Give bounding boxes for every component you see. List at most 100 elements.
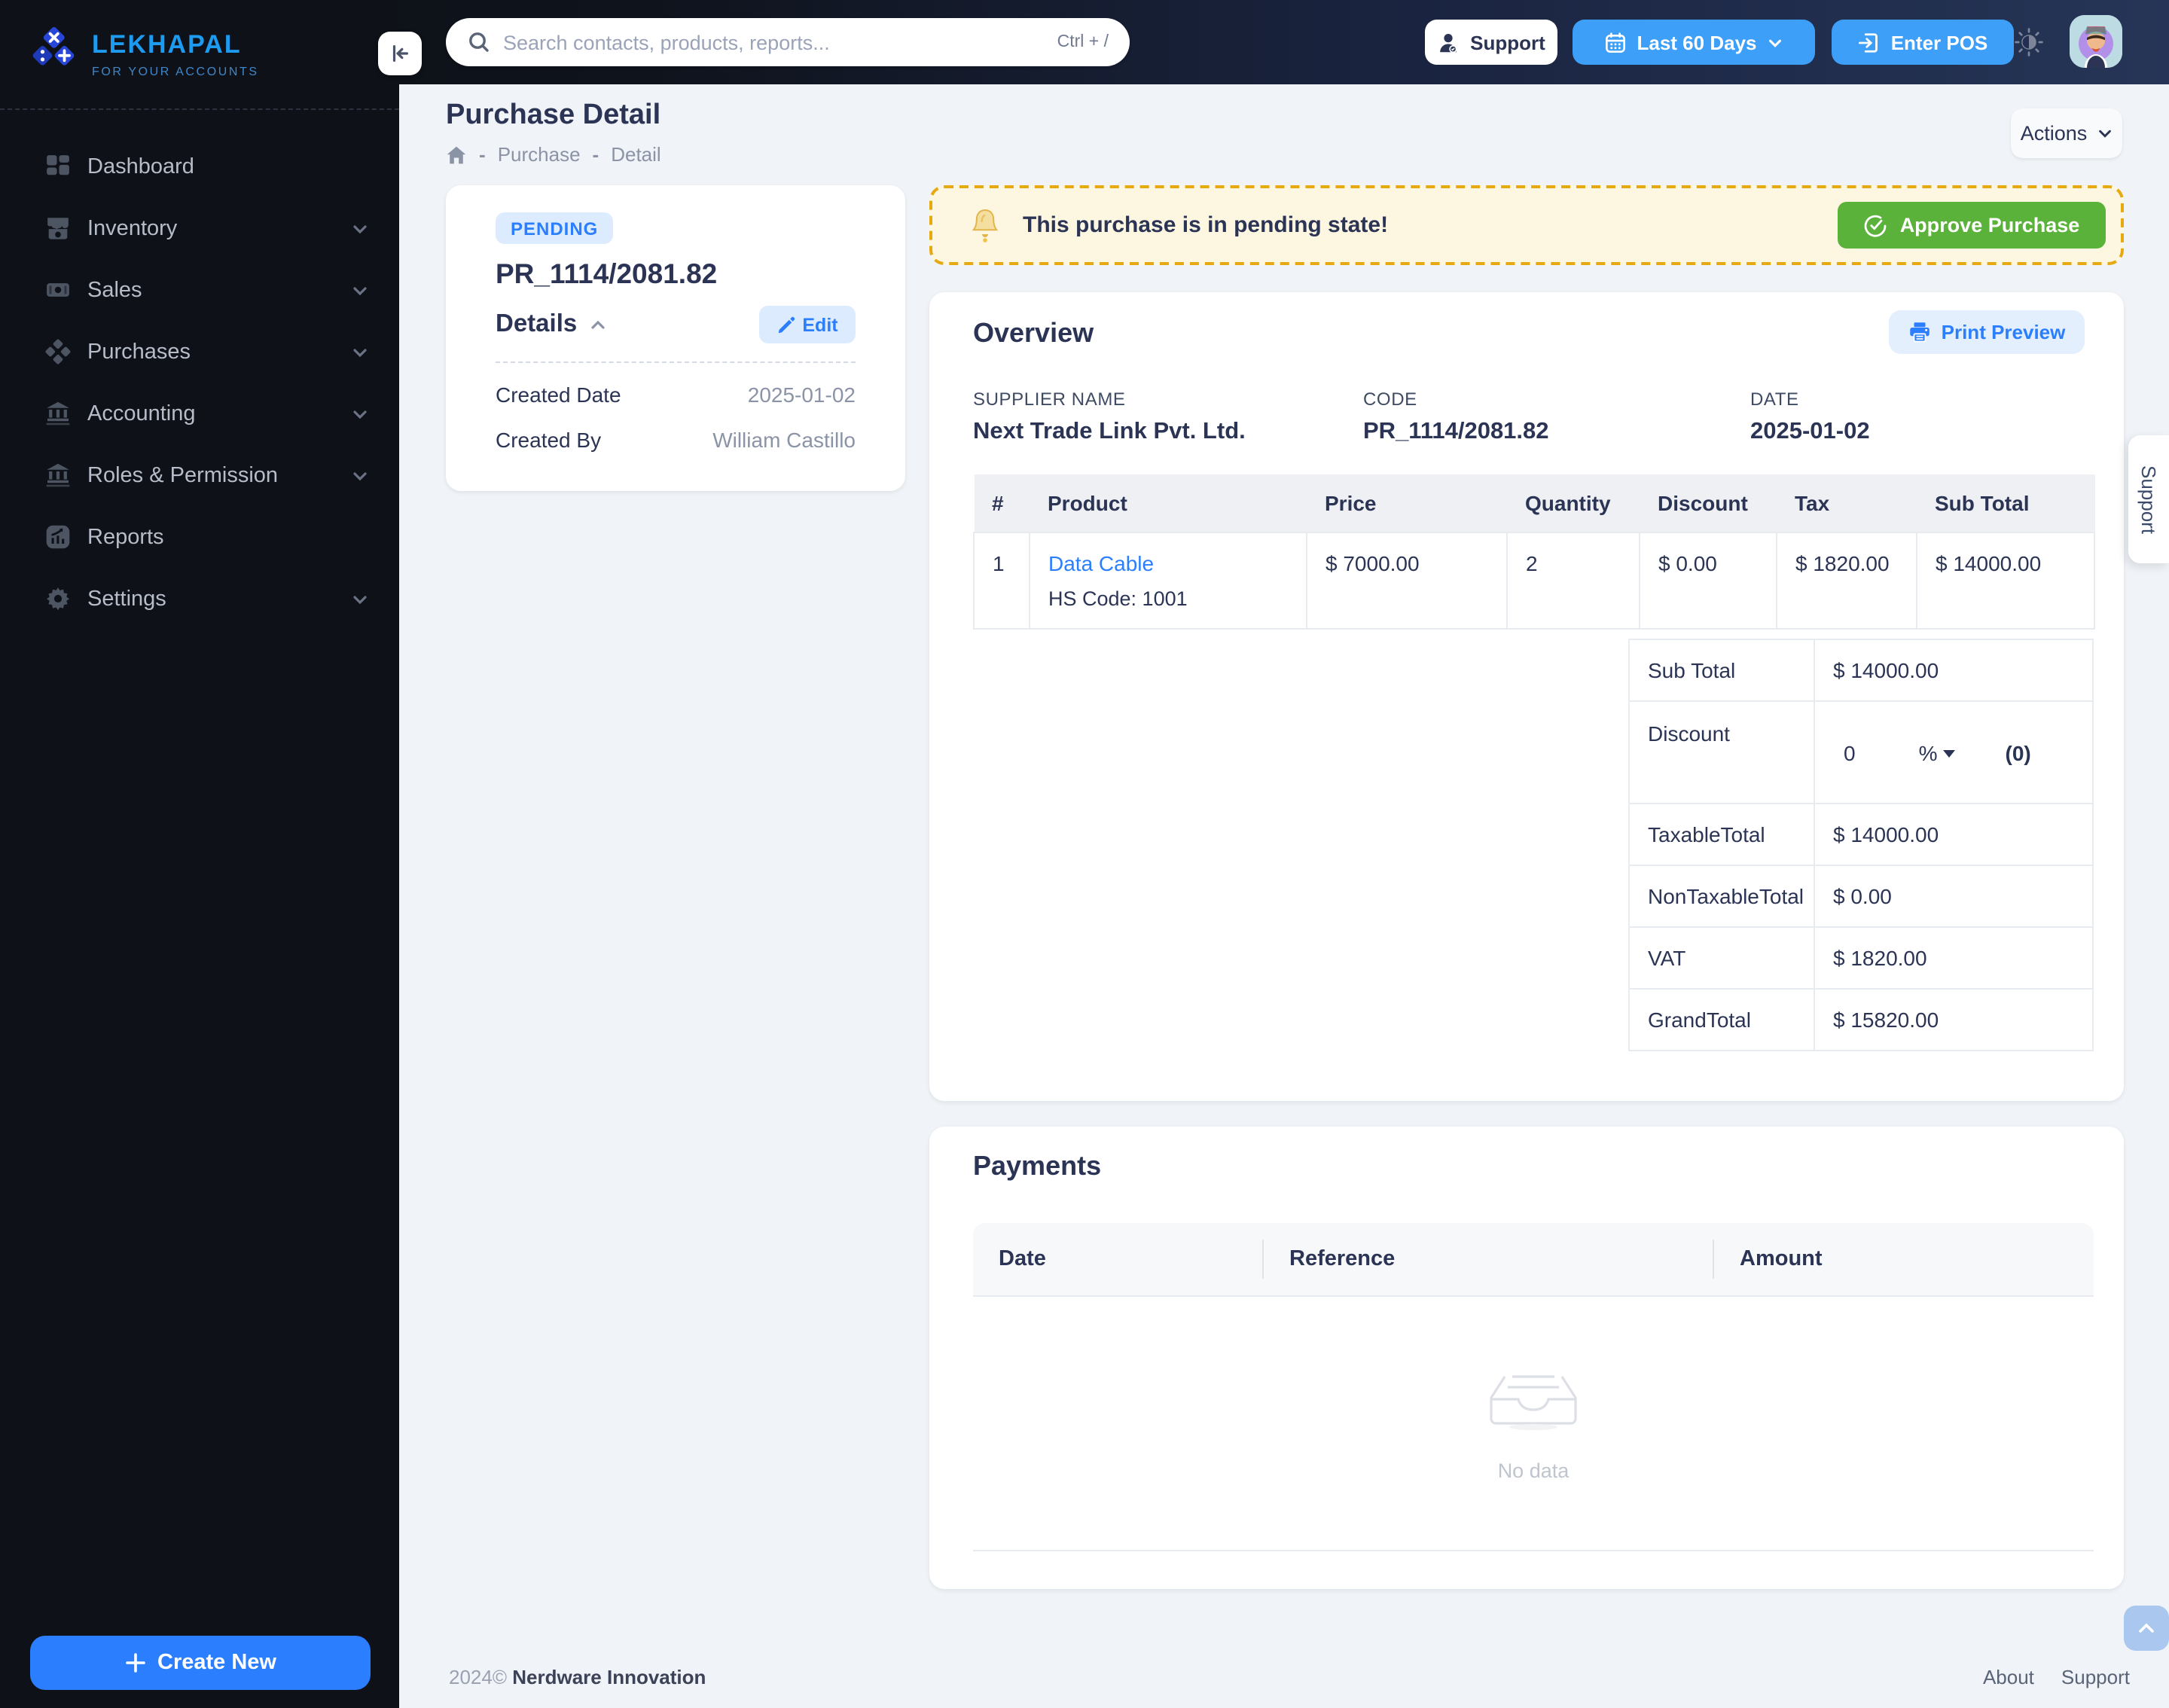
search-shortcut: Ctrl + /: [1057, 33, 1109, 51]
plus-icon: [125, 1653, 145, 1673]
created-by-value: William Castillo: [712, 428, 856, 452]
payments-table-header: Date Reference Amount: [973, 1223, 2094, 1297]
check-circle-icon: [1865, 214, 1887, 236]
dashboard-icon: [47, 155, 69, 175]
items-table: # Product Price Quantity Discount Tax Su…: [973, 474, 2095, 630]
created-by-row: Created By William Castillo: [496, 428, 856, 452]
purchase-detail-card: PENDING PR_1114/2081.82 Details Edit Cre…: [446, 185, 905, 491]
empty-inbox-icon: [1490, 1375, 1577, 1430]
support-button-label: Support: [1470, 31, 1545, 53]
pencil-icon: [778, 316, 795, 333]
date-range-button[interactable]: Last 60 Days: [1573, 20, 1815, 65]
approve-purchase-button[interactable]: Approve Purchase: [1838, 202, 2106, 249]
sidebar-item-settings[interactable]: Settings: [0, 568, 399, 630]
discount-label: Discount: [1630, 702, 1815, 803]
sidebar-item-label: Dashboard: [87, 154, 194, 178]
date-value: 2025-01-02: [1750, 419, 1870, 444]
nontaxable-total-row: NonTaxableTotal $ 0.00: [1628, 866, 2094, 928]
chevron-down-icon: [353, 224, 367, 233]
chevron-down-icon: [353, 286, 367, 295]
payments-col-date: Date: [999, 1247, 1046, 1271]
edit-label: Edit: [802, 314, 838, 335]
sidebar-item-dashboard[interactable]: Dashboard: [0, 136, 399, 197]
chevron-up-icon: [2139, 1623, 2154, 1633]
support-person-icon: [1440, 33, 1457, 53]
edit-button[interactable]: Edit: [759, 306, 856, 343]
col-price: Price: [1307, 474, 1507, 532]
subtotal-label: Sub Total: [1630, 640, 1815, 700]
footer-link-support[interactable]: Support: [2061, 1666, 2130, 1688]
payments-col-reference: Reference: [1289, 1247, 1396, 1271]
print-preview-button[interactable]: Print Preview: [1889, 310, 2085, 354]
created-date-label: Created Date: [496, 383, 621, 407]
taxable-total-row: TaxableTotal $ 14000.00: [1628, 804, 2094, 866]
chevron-down-icon: [353, 595, 367, 604]
totals-table: Sub Total $ 14000.00 Discount 0 % (0) Ta…: [1628, 639, 2094, 1051]
sidebar-item-reports[interactable]: Reports: [0, 506, 399, 568]
brand-logo: LEKHAPAL FOR YOUR ACCOUNTS: [0, 0, 399, 110]
app-root: LEKHAPAL FOR YOUR ACCOUNTS Dashboard Inv…: [0, 0, 2169, 1708]
payments-card: Payments Date Reference Amount No data: [929, 1127, 2124, 1589]
bank-icon: [46, 463, 70, 487]
home-icon[interactable]: [446, 144, 467, 165]
discount-unit-dropdown[interactable]: %: [1919, 741, 1956, 765]
sidebar-collapse-button[interactable]: [378, 32, 422, 75]
scroll-to-top-button[interactable]: [2124, 1606, 2169, 1651]
support-side-tab[interactable]: Support: [2128, 435, 2169, 563]
footer-links: About Support: [1983, 1666, 2130, 1688]
divider: [973, 1550, 2094, 1551]
supplier-name-value: Next Trade Link Pvt. Ltd.: [973, 419, 1246, 444]
product-link[interactable]: Data Cable: [1048, 551, 1154, 575]
chevron-down-icon: [353, 471, 367, 480]
col-subtotal: Sub Total: [1917, 474, 2094, 532]
col-tax: Tax: [1777, 474, 1917, 532]
sidebar-item-accounting[interactable]: Accounting: [0, 383, 399, 444]
sidebar-item-label: Accounting: [87, 401, 196, 425]
items-table-header: # Product Price Quantity Discount Tax Su…: [974, 474, 2094, 532]
footer-copyright: 2024© Nerdware Innovation: [449, 1666, 706, 1688]
sidebar-item-inventory[interactable]: Inventory: [0, 197, 399, 259]
pending-alert: This purchase is in pending state! Appro…: [929, 185, 2124, 265]
reports-icon: [46, 525, 70, 549]
code-label: CODE: [1363, 389, 1417, 410]
sidebar-item-roles-permission[interactable]: Roles & Permission: [0, 444, 399, 506]
sidebar-nav: Dashboard Inventory Sales Purchases Acco…: [0, 136, 399, 630]
footer-link-about[interactable]: About: [1983, 1666, 2034, 1688]
user-avatar[interactable]: [2070, 15, 2122, 68]
theme-toggle-icon[interactable]: [2012, 26, 2045, 59]
global-search: Ctrl + /: [446, 18, 1130, 66]
cell-discount: $ 0.00: [1639, 532, 1777, 630]
actions-button[interactable]: Actions: [2011, 108, 2122, 158]
code-value: PR_1114/2081.82: [1363, 419, 1549, 444]
taxable-total-value: $ 14000.00: [1833, 822, 1939, 846]
caret-down-icon: [1943, 749, 1956, 757]
support-button[interactable]: Support: [1425, 20, 1557, 65]
table-row: 1 Data Cable HS Code: 1001 $ 7000.00 2 $…: [973, 532, 2095, 630]
vat-row: VAT $ 1820.00: [1628, 928, 2094, 990]
search-input[interactable]: [503, 31, 1045, 53]
enter-pos-button[interactable]: Enter POS: [1832, 20, 2014, 65]
sidebar-item-label: Inventory: [87, 216, 178, 240]
status-badge: PENDING: [496, 212, 614, 244]
create-new-button[interactable]: Create New: [30, 1636, 371, 1690]
sidebar-item-purchases[interactable]: Purchases: [0, 321, 399, 383]
subtotal-value: $ 14000.00: [1833, 658, 1939, 682]
payments-title: Payments: [973, 1151, 1102, 1181]
approve-purchase-label: Approve Purchase: [1899, 214, 2080, 236]
sidebar-item-sales[interactable]: Sales: [0, 259, 399, 321]
discount-input[interactable]: 0: [1844, 741, 1856, 765]
col-product: Product: [1030, 474, 1307, 532]
chevron-down-icon: [2098, 130, 2111, 138]
collapse-arrow-icon: [392, 45, 408, 62]
breadcrumb-purchase[interactable]: Purchase: [498, 143, 581, 166]
sidebar-item-label: Purchases: [87, 340, 191, 364]
code-meta: CODE PR_1114/2081.82: [1363, 389, 1549, 446]
cell-tax: $ 1820.00: [1776, 532, 1917, 630]
login-icon: [1859, 32, 1878, 52]
breadcrumb: - Purchase - Detail: [446, 143, 661, 166]
details-section-toggle[interactable]: Details: [496, 310, 607, 339]
payments-col-amount: Amount: [1740, 1247, 1823, 1271]
cell-price: $ 7000.00: [1306, 532, 1508, 630]
create-new-label: Create New: [157, 1651, 276, 1675]
cell-index: 1: [973, 532, 1030, 630]
